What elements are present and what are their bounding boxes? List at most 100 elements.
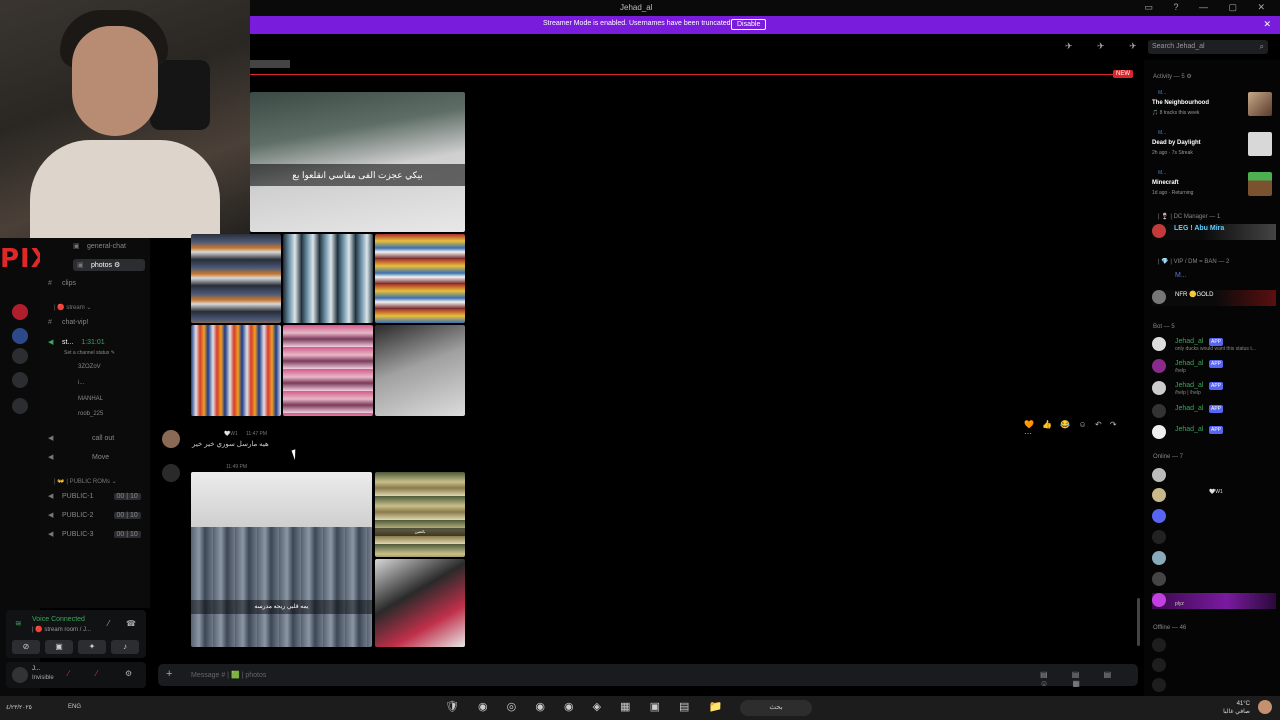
member-row[interactable] — [1152, 551, 1276, 567]
weather-widget[interactable]: 41°C صافي غالبا — [1223, 700, 1250, 716]
member-row[interactable]: M... — [1152, 271, 1276, 287]
channel-photos[interactable]: ▣ photos ⚙ — [73, 259, 145, 271]
image-attachment[interactable]: بيكي عجزت الفى مقاسي انقلعوا يع — [250, 92, 465, 232]
member-row[interactable] — [1152, 572, 1276, 588]
settings-icon[interactable]: ⚙ — [114, 262, 120, 269]
member-badge: 🤍W1 — [1209, 489, 1223, 495]
channel-chat-vip[interactable]: # chat-vip! — [48, 319, 88, 326]
channel-clips[interactable]: # clips — [48, 280, 76, 287]
disconnect-icon[interactable]: ☎ — [126, 619, 136, 628]
avatar — [1152, 359, 1166, 373]
banner-message: Streamer Mode is enabled. Usernames have… — [543, 20, 733, 27]
member-row[interactable] — [1152, 468, 1276, 484]
image-attachment[interactable] — [375, 559, 465, 647]
channel-call-out[interactable]: ◀ call out — [48, 434, 114, 442]
avatar[interactable] — [162, 430, 180, 448]
close-icon[interactable]: ✕ — [1263, 19, 1271, 30]
disable-button[interactable]: Disable — [731, 19, 767, 30]
member-row[interactable]: Jehad_al APP — [1152, 404, 1276, 420]
image-attachment[interactable] — [191, 325, 281, 416]
weather-icon[interactable] — [1258, 700, 1272, 714]
image-attachment[interactable] — [375, 234, 465, 323]
activity-user: M... — [1158, 90, 1167, 96]
member-row[interactable] — [1152, 509, 1276, 525]
game-icon — [1248, 172, 1272, 196]
member-row[interactable]: plyz — [1152, 593, 1276, 609]
voice-user[interactable]: i... — [78, 380, 84, 386]
soundboard-button[interactable]: ♪ — [111, 640, 139, 654]
category-public-rooms[interactable]: | 👐 | PUBLIC ROMs ⌄ — [54, 478, 117, 485]
language-indicator[interactable]: ENG — [68, 704, 81, 710]
signal-icon[interactable]: ≋ — [15, 619, 22, 628]
app-badge: APP — [1209, 338, 1224, 346]
channel-stage[interactable]: ◀ st... 1:31:01 — [48, 338, 105, 346]
message-composer[interactable]: + Message # | 🟩 | photos ▤ ▤ ▤ ☺ ▦ — [158, 664, 1138, 688]
server-icon[interactable] — [12, 304, 28, 320]
member-row[interactable]: Jehad_al APP only ducks would want this … — [1152, 337, 1276, 353]
settings-icon[interactable]: ⚙ — [125, 669, 132, 678]
taskbar-search[interactable]: بحث — [740, 700, 812, 716]
member-row[interactable] — [1152, 678, 1276, 694]
avatar — [1152, 572, 1166, 586]
taskbar-apps[interactable]: 🛡 ◉ ◎ ◉ ◉ ◈ ▦ ▣ ▤ 📁 ▢ ▬ — [445, 700, 790, 713]
image-attachment[interactable]: يمه قلبي ريحه مدرسه — [191, 472, 372, 647]
member-row[interactable]: Jehad_al APP — [1152, 425, 1276, 441]
activity-card[interactable]: M... Minecraft 1d ago · Returning — [1148, 170, 1276, 206]
member-row[interactable] — [1152, 638, 1276, 654]
avatar — [1152, 658, 1166, 672]
deafen-icon[interactable]: ⁄ — [96, 669, 97, 678]
windows-taskbar: ٤/٢٣/٢٠٢٥ ENG 🛡 ◉ ◎ ◉ ◉ ◈ ▦ ▣ ▤ 📁 ▢ ▬ بح… — [0, 696, 1280, 720]
avatar[interactable] — [12, 667, 28, 683]
activity-user: M... — [1158, 130, 1167, 136]
image-attachment[interactable] — [283, 234, 373, 323]
camera-off-button[interactable]: ⊘ — [12, 640, 40, 654]
channel-public-1[interactable]: ◀ PUBLIC-1 00 | 10 — [48, 492, 141, 500]
avatar[interactable] — [162, 464, 180, 482]
voice-user[interactable]: roob_225 — [78, 411, 103, 417]
search-input[interactable]: Search Jehad_al ⌕ — [1148, 40, 1268, 54]
member-row[interactable]: Jehad_al APP /help — [1152, 359, 1276, 375]
member-row[interactable]: Jehad_al APP /help | /help — [1152, 381, 1276, 397]
add-server-icon[interactable] — [12, 372, 28, 388]
attach-plus-icon[interactable]: + — [166, 668, 172, 680]
server-icon[interactable] — [12, 328, 28, 344]
voice-room[interactable]: | 🔴 stream room / J... — [32, 626, 91, 633]
speaker-icon: ◀ — [48, 454, 54, 461]
channel-general-chat[interactable]: ▣ general-chat — [73, 242, 126, 250]
message-actions[interactable]: 🧡 👍 😂 ☺ ↶ ↷ ⋯ — [1024, 420, 1130, 438]
image-attachment[interactable] — [375, 325, 465, 416]
image-attachment[interactable] — [191, 234, 281, 323]
member-row[interactable] — [1152, 530, 1276, 546]
window-controls[interactable]: ▭ ? — ▢ ✕ — [1144, 2, 1274, 13]
member-row[interactable]: LEG ! Abu Mira — [1152, 224, 1276, 240]
composer-icons[interactable]: ▤ ▤ ▤ ☺ ▦ — [1040, 670, 1138, 688]
weather-temp: 41°C — [1236, 701, 1250, 707]
channel-move[interactable]: ◀ Move — [48, 453, 109, 461]
activities-button[interactable]: ✦ — [78, 640, 106, 654]
discover-icon[interactable] — [12, 398, 28, 414]
channel-public-3[interactable]: ◀ PUBLIC-3 00 | 10 — [48, 530, 141, 538]
member-row[interactable]: NFR 🪙GOLD — [1152, 290, 1276, 306]
channel-list: ▣ general-chat ▣ photos ⚙ # clips | 🔴 strea… — [40, 238, 150, 608]
screen-share-button[interactable]: ▣ — [45, 640, 73, 654]
server-icon[interactable] — [12, 348, 28, 364]
image-attachment[interactable] — [283, 325, 373, 416]
voice-user[interactable]: MANHAL — [78, 396, 103, 402]
set-channel-status[interactable]: Set a channel status ✎ — [64, 350, 115, 356]
message-timestamp: 11:49 PM — [226, 464, 248, 470]
channel-public-2[interactable]: ◀ PUBLIC-2 00 | 10 — [48, 511, 141, 519]
activity-card[interactable]: M... Dead by Daylight 2h ago · 7s Streak — [1148, 130, 1276, 166]
member-row[interactable]: 🤍W1 — [1152, 488, 1276, 504]
image-attachment[interactable]: بائعتين — [375, 472, 465, 557]
scrollbar[interactable] — [1137, 598, 1140, 646]
member-name: Jehad_al — [1175, 382, 1204, 389]
text-channel-icon: ▣ — [77, 262, 84, 269]
category-stream[interactable]: | 🔴 stream ⌄ — [54, 304, 91, 311]
activity-card[interactable]: M... The Neighbourhood 🎵 8 tracks this w… — [1148, 90, 1276, 126]
voice-user[interactable]: 3ZOZoV — [78, 364, 101, 370]
voice-connected-panel: ≋ Voice Connected | 🔴 stream room / J...… — [6, 610, 146, 658]
member-row[interactable] — [1152, 658, 1276, 674]
stream-timer: 1:31:01 — [81, 339, 105, 346]
mute-icon[interactable]: ⁄ — [68, 669, 69, 678]
noise-suppression-icon[interactable]: ⁄ — [108, 619, 109, 628]
